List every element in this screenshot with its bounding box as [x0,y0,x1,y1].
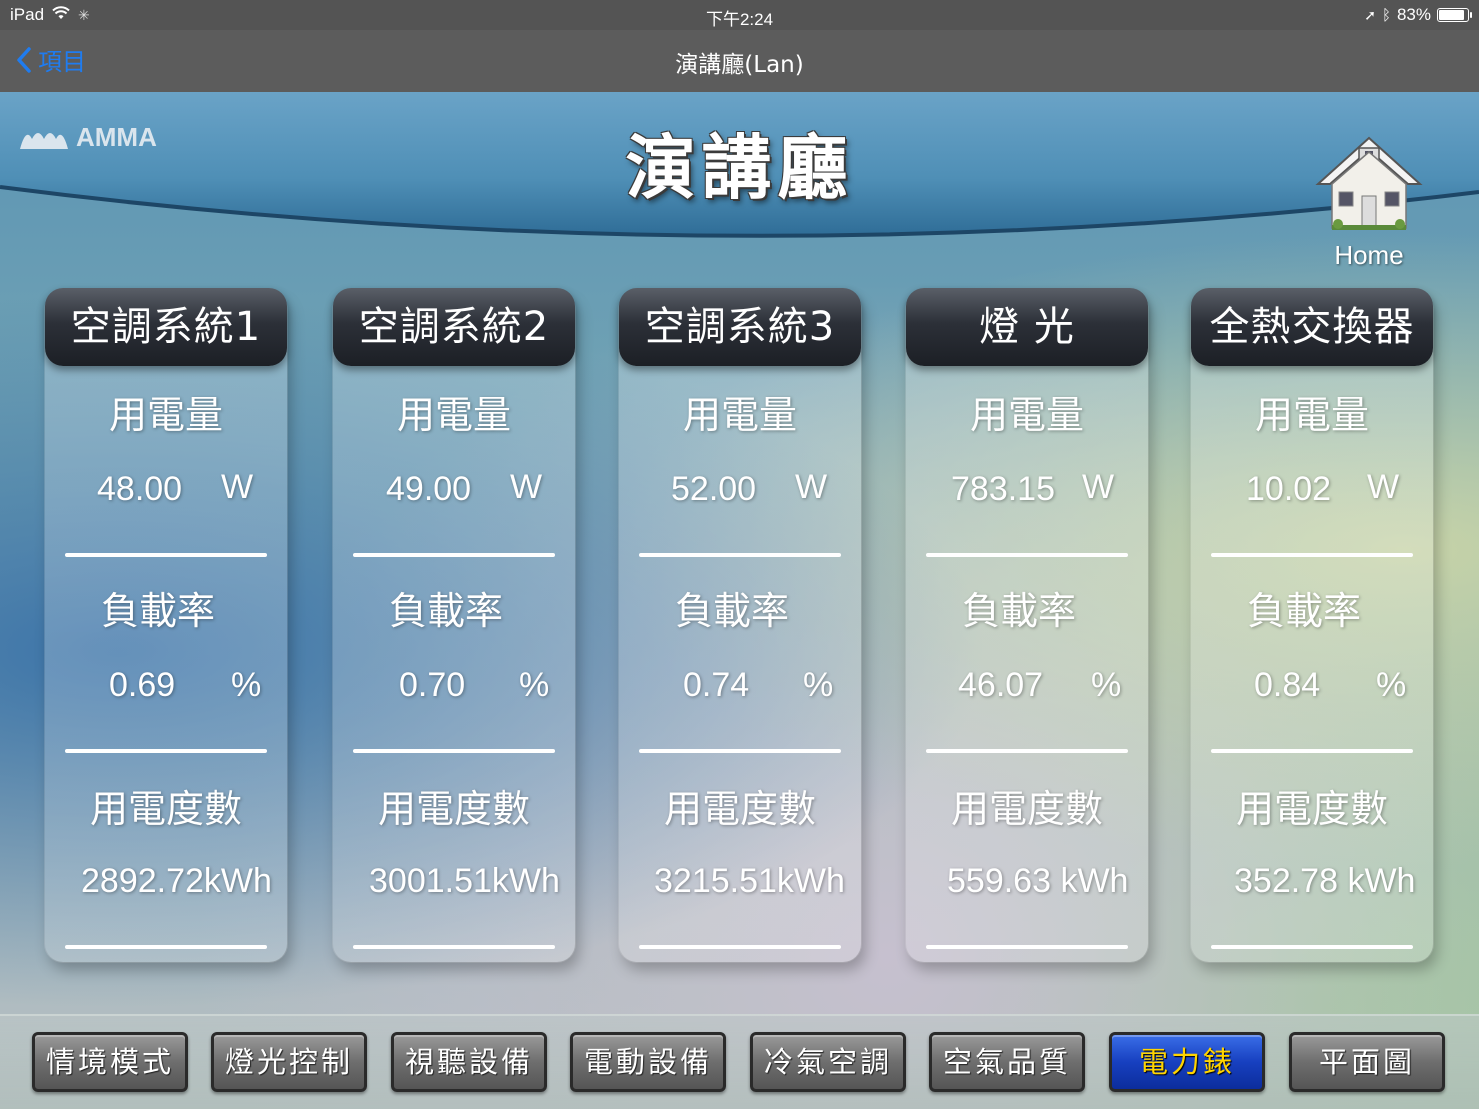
divider [353,945,555,949]
status-bar: iPad ✳ 下午2:24 ➚ ᛒ 83% [0,0,1479,30]
page-title: 演講廳 [625,126,854,209]
battery-level [1439,10,1464,20]
load-label: 負載率 [100,589,215,633]
energy-label: 用電度數 [377,787,530,831]
load-unit: % [1376,666,1407,704]
meter-card-ac2: 空調系統2 用電量 49.00 W 負載率 0.70 % 用電度數 3001.5… [333,288,575,962]
divider [639,945,841,949]
power-label: 用電量 [396,393,511,437]
energy-value: 3001.51kWh [369,862,560,900]
power-unit: W [221,468,254,506]
load-value: 0.74 [683,666,750,704]
power-value: 49.00 [386,470,472,508]
load-value: 0.70 [399,666,466,704]
divider [1211,749,1413,753]
power-value: 48.00 [97,470,183,508]
card-title: 空調系統2 [333,288,575,366]
load-label: 負載率 [961,589,1076,633]
nav-title: 演講廳(Lan) [675,52,804,78]
status-time: 下午2:24 [705,10,774,29]
load-unit: % [231,666,262,704]
power-label: 用電量 [682,393,797,437]
load-label: 負載率 [388,589,503,633]
tab-audio-visual[interactable]: 視聽設備 [391,1032,547,1092]
bottom-toolbar: 情境模式 燈光控制 視聽設備 電動設備 冷氣空調 空氣品質 電力錶 平面圖 [0,1014,1479,1109]
divider [639,553,841,557]
power-value: 10.02 [1246,470,1332,508]
energy-value: 2892.72kWh [81,862,272,900]
meter-card-lighting: 燈 光 用電量 783.15 W 負載率 46.07 % 用電度數 559.63… [906,288,1148,962]
power-unit: W [795,468,828,506]
tab-floor-plan[interactable]: 平面圖 [1289,1032,1445,1092]
divider [1211,945,1413,949]
power-label: 用電量 [969,393,1084,437]
divider [353,553,555,557]
power-unit: W [510,468,543,506]
load-unit: % [519,666,550,704]
main-panel: AMMA 演講廳 Home 空調系統1 用電量 48.00 W 負載率 0.69… [0,92,1479,1109]
divider [65,749,267,753]
status-right: ➚ ᛒ 83% [1364,5,1472,25]
power-label: 用電量 [1254,393,1369,437]
energy-value: 352.78 kWh [1234,862,1416,900]
tab-power-meter[interactable]: 電力錶 [1109,1032,1265,1092]
energy-label: 用電度數 [89,787,242,831]
divider [65,553,267,557]
meter-card-ac3: 空調系統3 用電量 52.00 W 負載率 0.74 % 用電度數 3215.5… [619,288,861,962]
location-arrow-icon: ➚ [1364,6,1376,23]
meter-card-heat-exchanger: 全熱交換器 用電量 10.02 W 負載率 0.84 % 用電度數 352.78… [1191,288,1433,962]
energy-value: 559.63 kWh [947,862,1129,900]
tab-air-conditioning[interactable]: 冷氣空調 [750,1032,906,1092]
tab-scene-mode[interactable]: 情境模式 [32,1032,188,1092]
divider [1211,553,1413,557]
load-value: 0.69 [109,666,176,704]
bluetooth-icon: ᛒ [1381,6,1391,24]
tab-air-quality[interactable]: 空氣品質 [929,1032,1085,1092]
load-unit: % [1091,666,1122,704]
energy-label: 用電度數 [663,787,816,831]
navigation-bar: 項目 演講廳(Lan) [0,30,1479,92]
divider [639,749,841,753]
load-unit: % [803,666,834,704]
power-unit: W [1082,468,1115,506]
power-value: 52.00 [671,470,757,508]
divider [926,945,1128,949]
house-icon [1315,136,1423,230]
load-label: 負載率 [1246,589,1361,633]
energy-label: 用電度數 [1235,787,1388,831]
home-label: Home [1334,240,1404,270]
divider [353,749,555,753]
card-title: 空調系統1 [45,288,287,366]
divider [926,553,1128,557]
divider [926,749,1128,753]
power-value: 783.15 [951,470,1055,508]
power-label: 用電量 [108,393,223,437]
tab-motorized-devices[interactable]: 電動設備 [570,1032,726,1092]
battery-icon [1437,8,1472,22]
load-value: 0.84 [1254,666,1321,704]
load-label: 負載率 [674,589,789,633]
meter-card-ac1: 空調系統1 用電量 48.00 W 負載率 0.69 % 用電度數 2892.7… [45,288,287,962]
battery-percent: 83% [1396,5,1431,24]
energy-label: 用電度數 [950,787,1103,831]
load-value: 46.07 [958,666,1044,704]
card-title: 空調系統3 [619,288,861,366]
card-title: 燈 光 [906,288,1148,366]
card-title: 全熱交換器 [1191,288,1433,366]
tab-lighting-control[interactable]: 燈光控制 [211,1032,367,1092]
home-button[interactable]: Home [1314,132,1424,272]
power-unit: W [1367,468,1400,506]
energy-value: 3215.51kWh [654,862,845,900]
divider [65,945,267,949]
